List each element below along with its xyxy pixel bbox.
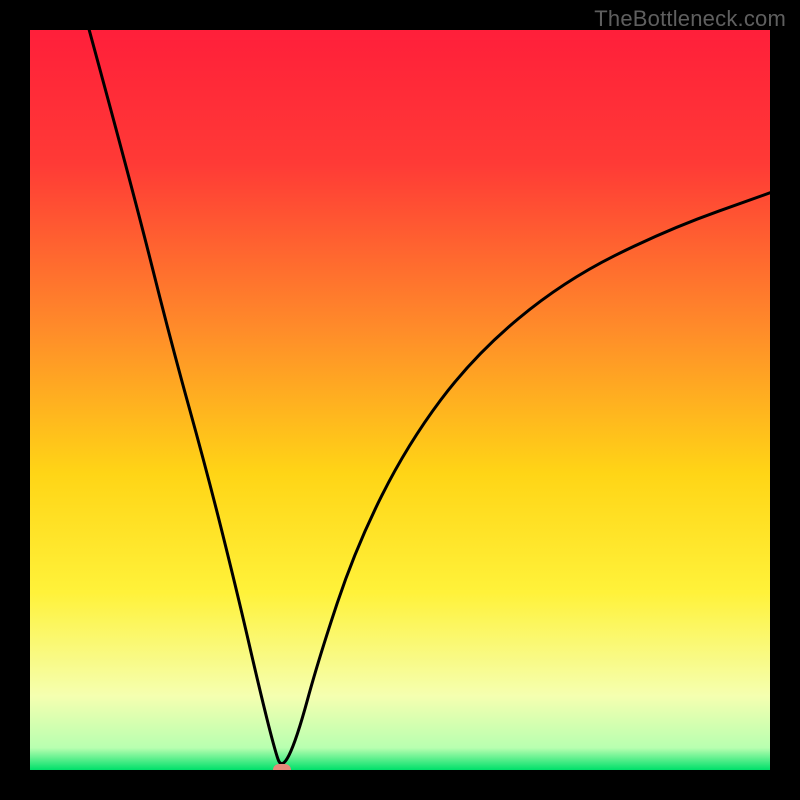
curve-line xyxy=(30,30,770,770)
watermark-text: TheBottleneck.com xyxy=(594,6,786,32)
chart-frame: TheBottleneck.com xyxy=(0,0,800,800)
plot-area xyxy=(30,30,770,770)
minimum-marker xyxy=(273,764,291,770)
